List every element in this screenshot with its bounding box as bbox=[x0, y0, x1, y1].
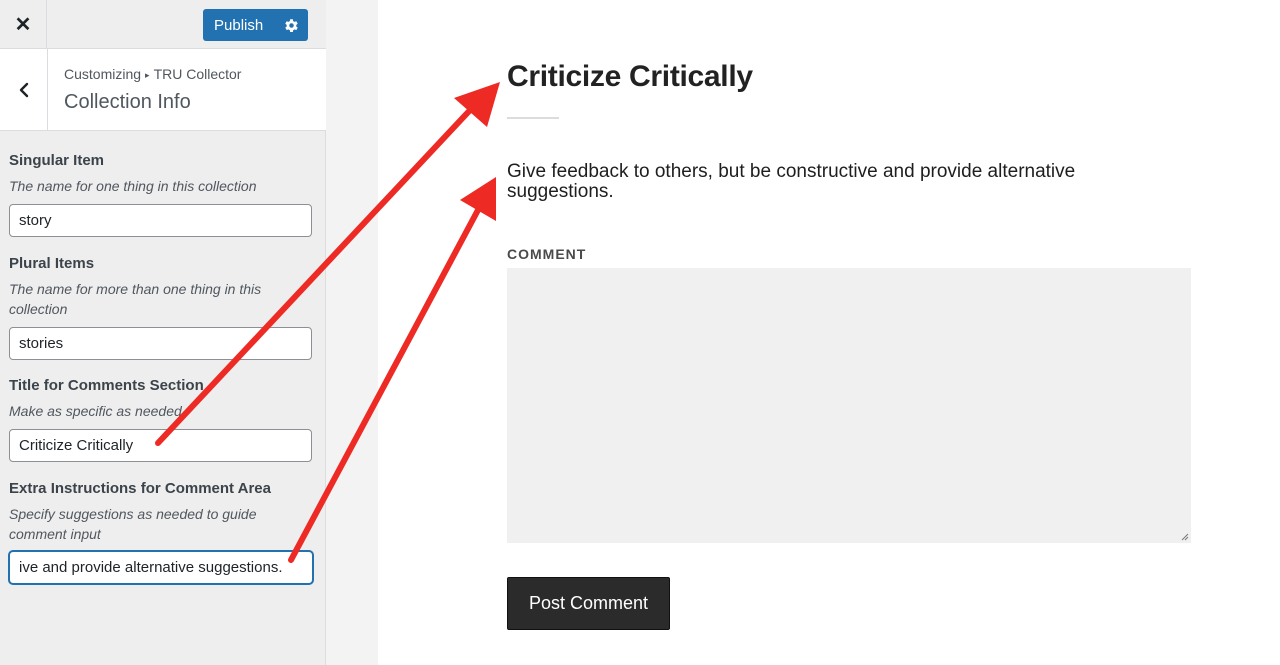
control-label: Singular Item bbox=[9, 152, 105, 169]
control-description: Specify suggestions as needed to guide c… bbox=[9, 506, 257, 542]
control-label: Extra Instructions for Comment Area bbox=[9, 480, 271, 497]
customizer-sidebar: ✕ Publish Customizing ▸ TRU Collector Coll… bbox=[0, 0, 326, 665]
comment-label: COMMENT bbox=[507, 246, 587, 262]
comments-title: Criticize Critically bbox=[507, 60, 753, 93]
preview-gutter bbox=[326, 0, 378, 665]
control-description: The name for more than one thing in this… bbox=[9, 281, 262, 317]
comment-textarea[interactable] bbox=[507, 268, 1191, 543]
publish-group: Publish bbox=[203, 9, 309, 41]
control-singular-item: Singular Item The name for one thing in … bbox=[9, 152, 313, 237]
section-title: Collection Info bbox=[64, 91, 191, 113]
control-label: Plural Items bbox=[9, 255, 95, 272]
control-plural-items: Plural Items The name for more than one … bbox=[9, 255, 313, 360]
publish-button[interactable]: Publish bbox=[203, 9, 275, 41]
plural-items-input[interactable]: stories bbox=[9, 327, 312, 360]
control-comments-title: Title for Comments Section Make as speci… bbox=[9, 377, 313, 462]
control-description: The name for one thing in this collectio… bbox=[9, 178, 257, 194]
comments-title-input[interactable]: Criticize Critically bbox=[9, 429, 312, 462]
section-header: Customizing ▸ TRU Collector Collection Inf… bbox=[0, 49, 326, 131]
close-icon[interactable]: ✕ bbox=[0, 0, 47, 48]
title-divider bbox=[507, 117, 559, 119]
extra-instructions-input[interactable]: ive and provide alternative suggestions. bbox=[9, 551, 313, 584]
site-preview: Criticize Critically Give feedback to ot… bbox=[326, 0, 1280, 665]
control-extra-instructions: Extra Instructions for Comment Area Spec… bbox=[9, 480, 313, 584]
control-label: Title for Comments Section bbox=[9, 377, 204, 394]
publish-settings-button[interactable] bbox=[274, 9, 309, 41]
breadcrumb-root: Customizing bbox=[64, 66, 142, 82]
breadcrumb: Customizing ▸ TRU Collector bbox=[64, 66, 241, 82]
gear-icon bbox=[284, 18, 298, 32]
resize-grip-icon[interactable] bbox=[1181, 533, 1189, 541]
customizer-header: ✕ Publish bbox=[0, 0, 326, 49]
control-description: Make as specific as needed bbox=[9, 403, 182, 419]
back-button[interactable] bbox=[0, 49, 48, 130]
post-comment-button[interactable]: Post Comment bbox=[507, 577, 670, 630]
breadcrumb-separator: ▸ bbox=[145, 70, 150, 80]
singular-item-input[interactable]: story bbox=[9, 204, 312, 237]
comment-instructions: Give feedback to others, but be construc… bbox=[507, 161, 1076, 202]
breadcrumb-theme: TRU Collector bbox=[153, 66, 242, 82]
chevron-left-icon bbox=[19, 82, 28, 97]
